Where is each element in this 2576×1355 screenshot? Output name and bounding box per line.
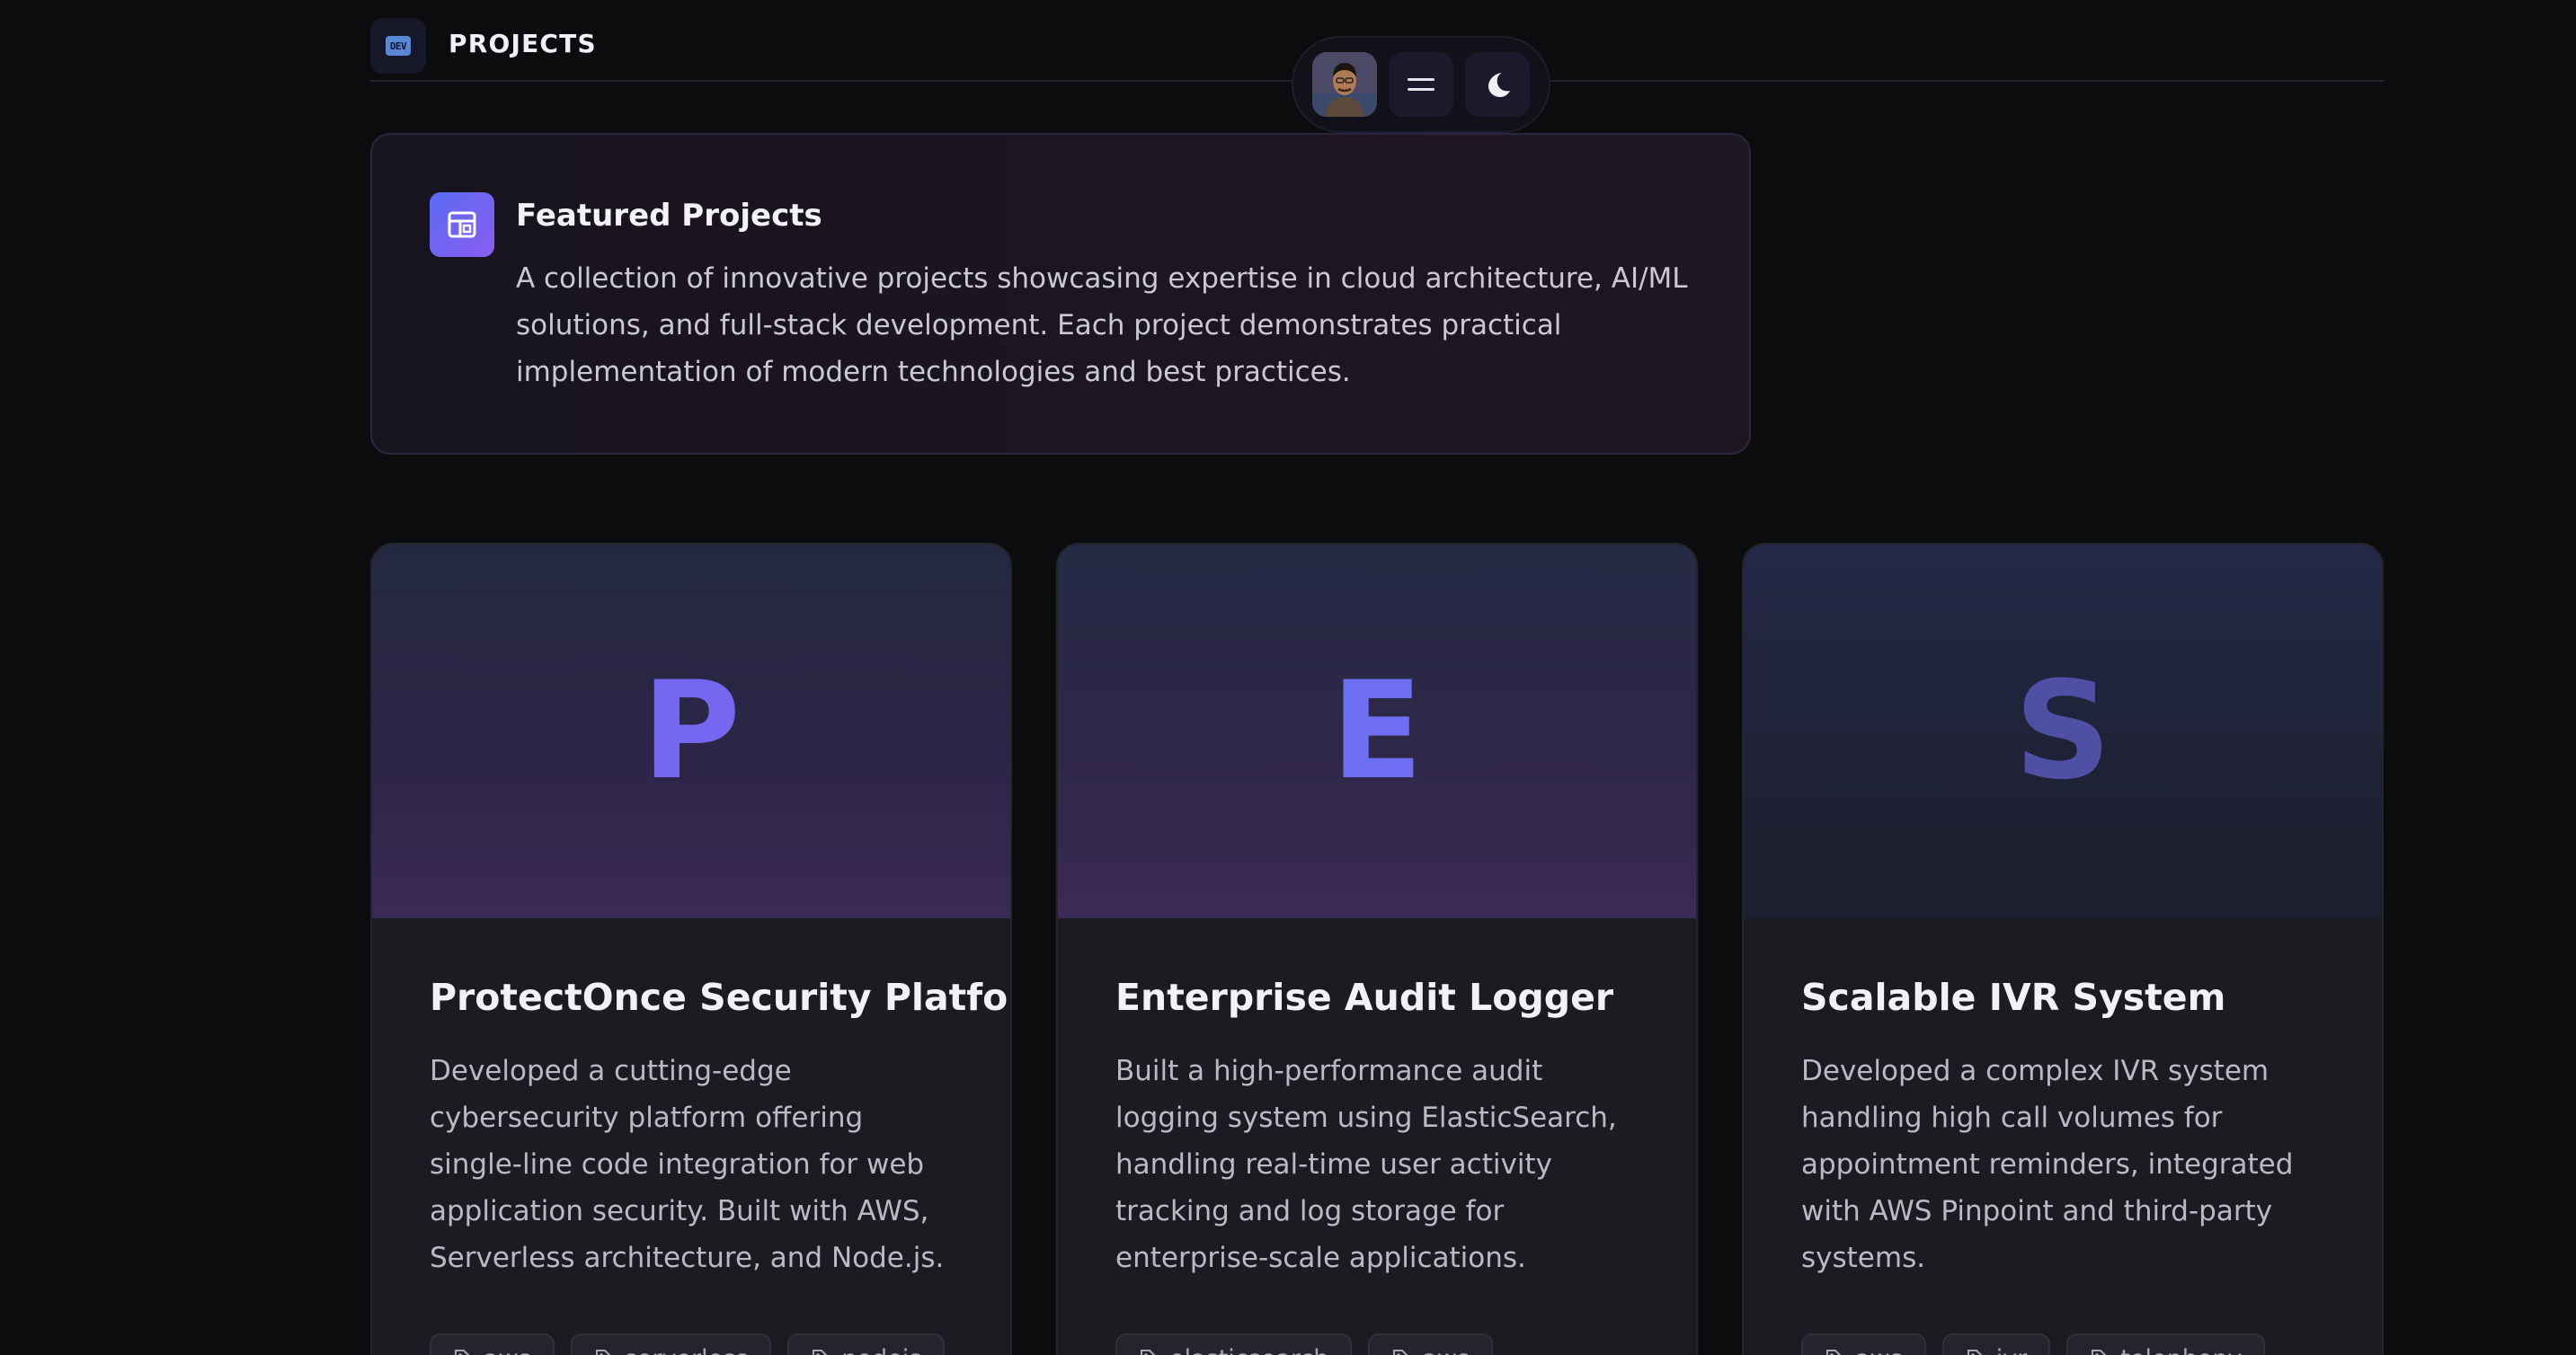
- tag-icon: [813, 1350, 828, 1355]
- project-card[interactable]: S Scalable IVR System Developed a comple…: [1742, 543, 2384, 1355]
- page: DEV PROJECTS Featured Projects A collect…: [0, 0, 2576, 1355]
- project-description: Built a high-performance audit logging s…: [1115, 1055, 1617, 1274]
- tag-icon: [1967, 1350, 1983, 1355]
- tag[interactable]: ivr: [1941, 1333, 2051, 1355]
- avatar-image: [1311, 52, 1377, 117]
- tag[interactable]: nodejs: [787, 1333, 946, 1355]
- tag-label: aws: [484, 1345, 531, 1355]
- project-hero: E: [1058, 545, 1696, 918]
- project-title[interactable]: Enterprise Audit Logger: [1115, 976, 1613, 1019]
- menu-icon: [1407, 78, 1435, 91]
- tag[interactable]: aws: [1368, 1333, 1494, 1355]
- layout-icon: [430, 192, 494, 257]
- tag-label: telephony: [2120, 1345, 2242, 1355]
- project-title[interactable]: Scalable IVR System: [1801, 976, 2225, 1019]
- featured-description: A collection of innovative projects show…: [516, 262, 1688, 388]
- tag-list: aws serverless nodejs: [430, 1333, 946, 1355]
- project-initial: S: [2013, 653, 2112, 810]
- avatar[interactable]: [1311, 52, 1377, 117]
- tag-label: aws: [1422, 1345, 1470, 1355]
- tag[interactable]: aws: [1801, 1333, 1926, 1355]
- featured-title: Featured Projects: [516, 198, 822, 234]
- project-hero: S: [1744, 545, 2382, 918]
- tag-label: nodejs: [841, 1345, 921, 1355]
- tag[interactable]: elasticsearch: [1115, 1333, 1353, 1355]
- tag-list: aws ivr telephony: [1801, 1333, 2266, 1355]
- tag-icon: [2092, 1350, 2107, 1355]
- moon-icon: [1488, 73, 1511, 97]
- tag-icon: [1826, 1350, 1842, 1355]
- tag-label: ivr: [1996, 1345, 2028, 1355]
- project-title[interactable]: ProtectOnce Security Platform: [430, 976, 1010, 1019]
- project-initial: E: [1330, 653, 1424, 810]
- tag[interactable]: aws: [430, 1333, 555, 1355]
- theme-toggle-button[interactable]: [1465, 52, 1531, 117]
- tag-list: elasticsearch aws: [1115, 1333, 1494, 1355]
- project-card[interactable]: E Enterprise Audit Logger Built a high-p…: [1056, 543, 1698, 1355]
- logo[interactable]: DEV: [370, 18, 426, 74]
- page-title: PROJECTS: [449, 29, 597, 58]
- project-hero: P: [372, 545, 1010, 918]
- tag-icon: [1141, 1350, 1156, 1355]
- tag[interactable]: telephony: [2066, 1333, 2266, 1355]
- project-description: Developed a complex IVR system handling …: [1801, 1055, 2294, 1274]
- project-initial: P: [642, 653, 741, 810]
- tag-label: aws: [1855, 1345, 1903, 1355]
- tag-icon: [595, 1350, 611, 1355]
- tag-label: serverless: [625, 1345, 749, 1355]
- tag-label: elasticsearch: [1169, 1345, 1328, 1355]
- project-card[interactable]: P ProtectOnce Security Platform Develope…: [370, 543, 1012, 1355]
- featured-projects-card: Featured Projects A collection of innova…: [370, 133, 1751, 455]
- menu-button[interactable]: [1388, 52, 1453, 117]
- dev-logo-icon: DEV: [386, 36, 411, 56]
- project-description: Developed a cutting-edge cybersecurity p…: [430, 1055, 945, 1274]
- floating-nav-dock: [1292, 36, 1550, 133]
- tag-icon: [1393, 1350, 1408, 1355]
- tag[interactable]: serverless: [570, 1333, 772, 1355]
- tag-icon: [455, 1350, 470, 1355]
